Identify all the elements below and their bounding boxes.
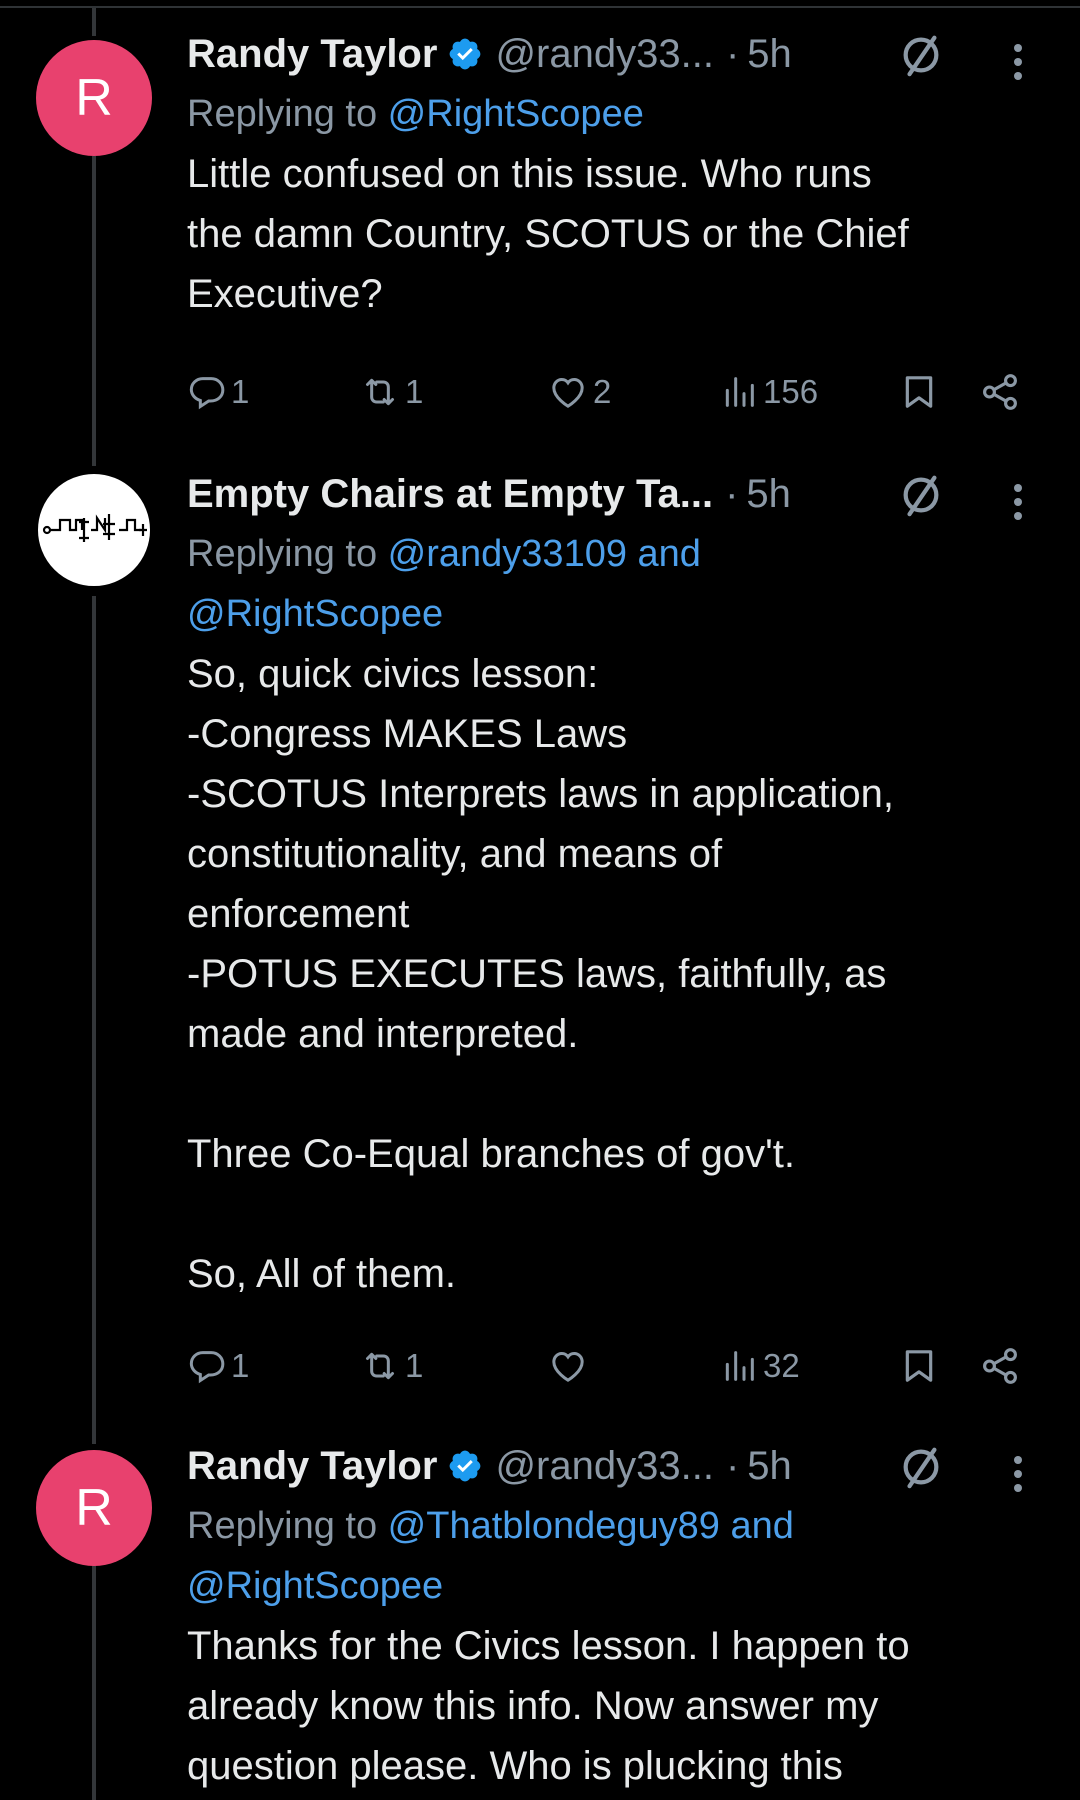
- display-name[interactable]: Randy Taylor: [187, 1444, 437, 1489]
- reply-count: 1: [231, 1347, 250, 1384]
- views-icon: [725, 377, 754, 407]
- tweet[interactable]: R Randy Taylor @randy33... · 5h Replying…: [0, 1436, 1080, 1800]
- avatar[interactable]: R: [36, 40, 152, 156]
- tweet-actions: 1 1 32: [187, 1336, 1047, 1396]
- timestamp[interactable]: 5h: [746, 472, 791, 517]
- user-handle[interactable]: @randy33...: [495, 1444, 714, 1489]
- reply-icon: [189, 377, 225, 410]
- reply-icon: [189, 1351, 225, 1384]
- timestamp[interactable]: 5h: [747, 32, 792, 77]
- reply-button[interactable]: 1: [187, 362, 249, 422]
- like-button[interactable]: 2: [547, 362, 611, 422]
- tweet-text: So, quick civics lesson: -Congress MAKES…: [187, 652, 894, 1296]
- more-icon[interactable]: [1014, 484, 1024, 526]
- mention-link[interactable]: @Thatblondeguy89 and: [388, 1505, 794, 1547]
- grok-icon[interactable]: [898, 472, 944, 518]
- repost-count: 1: [405, 373, 424, 410]
- share-button[interactable]: [979, 362, 1021, 422]
- replying-to: Replying to @RightScopee: [187, 84, 1047, 144]
- verified-badge-icon: [450, 38, 481, 70]
- repost-count: 1: [405, 1347, 424, 1384]
- replying-to-label: Replying to: [187, 93, 388, 135]
- avatar[interactable]: [36, 472, 152, 588]
- share-icon: [983, 1348, 1017, 1384]
- mention-link[interactable]: @RightScopee: [388, 93, 644, 135]
- views-count: 156: [763, 373, 819, 410]
- like-count: 2: [593, 373, 612, 410]
- more-icon[interactable]: [1014, 1456, 1024, 1498]
- avatar-letter: R: [75, 1479, 113, 1537]
- tweet-actions: 1 1 2 156: [187, 362, 1047, 422]
- views-icon: [725, 1351, 754, 1381]
- display-name[interactable]: Empty Chairs at Empty Ta...: [187, 472, 713, 517]
- grok-icon[interactable]: [898, 32, 944, 78]
- tweet-text: Little confused on this issue. Who runs …: [187, 152, 909, 316]
- separator-dot: ·: [725, 471, 739, 516]
- bookmark-icon: [905, 376, 933, 408]
- replying-to: Replying to @Thatblondeguy89 and @RightSc…: [187, 1496, 1047, 1616]
- grok-icon[interactable]: [898, 1444, 944, 1490]
- replying-to-label: Replying to: [187, 533, 388, 575]
- like-icon: [552, 1351, 584, 1382]
- views-button[interactable]: 32: [719, 1336, 800, 1396]
- repost-button[interactable]: 1: [359, 362, 423, 422]
- avatar-logo-icon: [42, 514, 147, 542]
- mention-link[interactable]: @RightScopee: [187, 1565, 443, 1607]
- avatar[interactable]: R: [36, 1450, 152, 1566]
- share-button[interactable]: [979, 1336, 1021, 1396]
- repost-icon: [366, 1352, 394, 1380]
- share-icon: [983, 374, 1017, 410]
- avatar-letter: R: [75, 69, 113, 127]
- views-button[interactable]: 156: [719, 362, 818, 422]
- replying-to-label: Replying to: [187, 1505, 388, 1547]
- bookmark-icon: [905, 1350, 933, 1382]
- separator-dot: ·: [725, 31, 740, 76]
- reply-button[interactable]: 1: [187, 1336, 249, 1396]
- display-name[interactable]: Randy Taylor: [187, 32, 437, 77]
- tweet-text: Thanks for the Civics lesson. I happen t…: [187, 1624, 910, 1788]
- bookmark-button[interactable]: [899, 1336, 939, 1396]
- user-handle[interactable]: @randy33...: [495, 32, 714, 77]
- like-button[interactable]: [547, 1336, 593, 1396]
- reply-count: 1: [231, 373, 250, 410]
- views-count: 32: [763, 1347, 800, 1384]
- more-icon[interactable]: [1014, 44, 1024, 86]
- replying-to: Replying to @randy33109 and @RightScopee: [187, 524, 1047, 644]
- tweet[interactable]: R Randy Taylor @randy33... · 5h Replying…: [0, 0, 1080, 440]
- verified-badge-icon: [450, 1450, 481, 1482]
- mention-link[interactable]: @RightScopee: [187, 593, 443, 635]
- repost-icon: [366, 378, 394, 406]
- tweet[interactable]: Empty Chairs at Empty Ta... · 5h Replyin…: [0, 440, 1080, 1430]
- separator-dot: ·: [725, 1443, 740, 1488]
- bookmark-button[interactable]: [899, 362, 939, 422]
- like-icon: [552, 377, 584, 408]
- timestamp[interactable]: 5h: [747, 1444, 792, 1489]
- repost-button[interactable]: 1: [359, 1336, 423, 1396]
- mention-link[interactable]: @randy33109 and: [388, 533, 701, 575]
